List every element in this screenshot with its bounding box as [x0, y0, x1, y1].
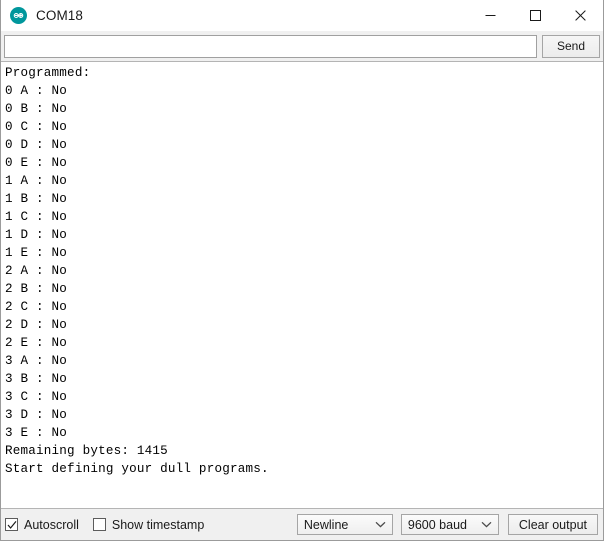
send-input[interactable] — [4, 34, 537, 58]
serial-monitor-window: COM18 Send Programmed: 0 A: No 0 B: No… — [0, 0, 604, 541]
chevron-down-icon — [375, 521, 386, 528]
close-button[interactable] — [558, 0, 603, 31]
title-bar-left: COM18 — [1, 7, 468, 24]
console-output-area[interactable]: Programmed: 0 A : No 0 B : No 0 C : No 0… — [1, 61, 603, 509]
window-title: COM18 — [36, 8, 84, 23]
chevron-down-icon — [481, 521, 492, 528]
arduino-logo-icon — [10, 7, 27, 24]
window-controls — [468, 0, 603, 31]
maximize-button[interactable] — [513, 0, 558, 31]
autoscroll-checkbox[interactable]: Autoscroll — [5, 518, 79, 532]
autoscroll-label: Autoscroll — [24, 517, 79, 532]
baud-rate-value: 9600 baud — [407, 517, 467, 532]
send-button[interactable]: Send — [542, 34, 600, 58]
bottom-toolbar: Autoscroll Show timestamp Newline 9600 b… — [1, 509, 603, 540]
show-timestamp-checkbox[interactable]: Show timestamp — [92, 517, 205, 532]
line-ending-value: Newline — [303, 517, 349, 532]
baud-rate-dropdown[interactable]: 9600 baud — [400, 514, 499, 535]
show-timestamp-checkbox-box — [92, 518, 106, 531]
minimize-button[interactable] — [468, 0, 513, 31]
check-icon — [7, 520, 16, 529]
send-bar: Send — [1, 31, 603, 61]
line-ending-dropdown[interactable]: Newline — [296, 514, 393, 535]
show-timestamp-label: Show timestamp — [111, 517, 205, 532]
console-text: Programmed: 0 A : No 0 B : No 0 C : No 0… — [5, 66, 269, 476]
autoscroll-checkbox-box — [5, 518, 18, 531]
title-bar: COM18 — [1, 0, 603, 31]
clear-output-button[interactable]: Clear output — [507, 514, 598, 535]
